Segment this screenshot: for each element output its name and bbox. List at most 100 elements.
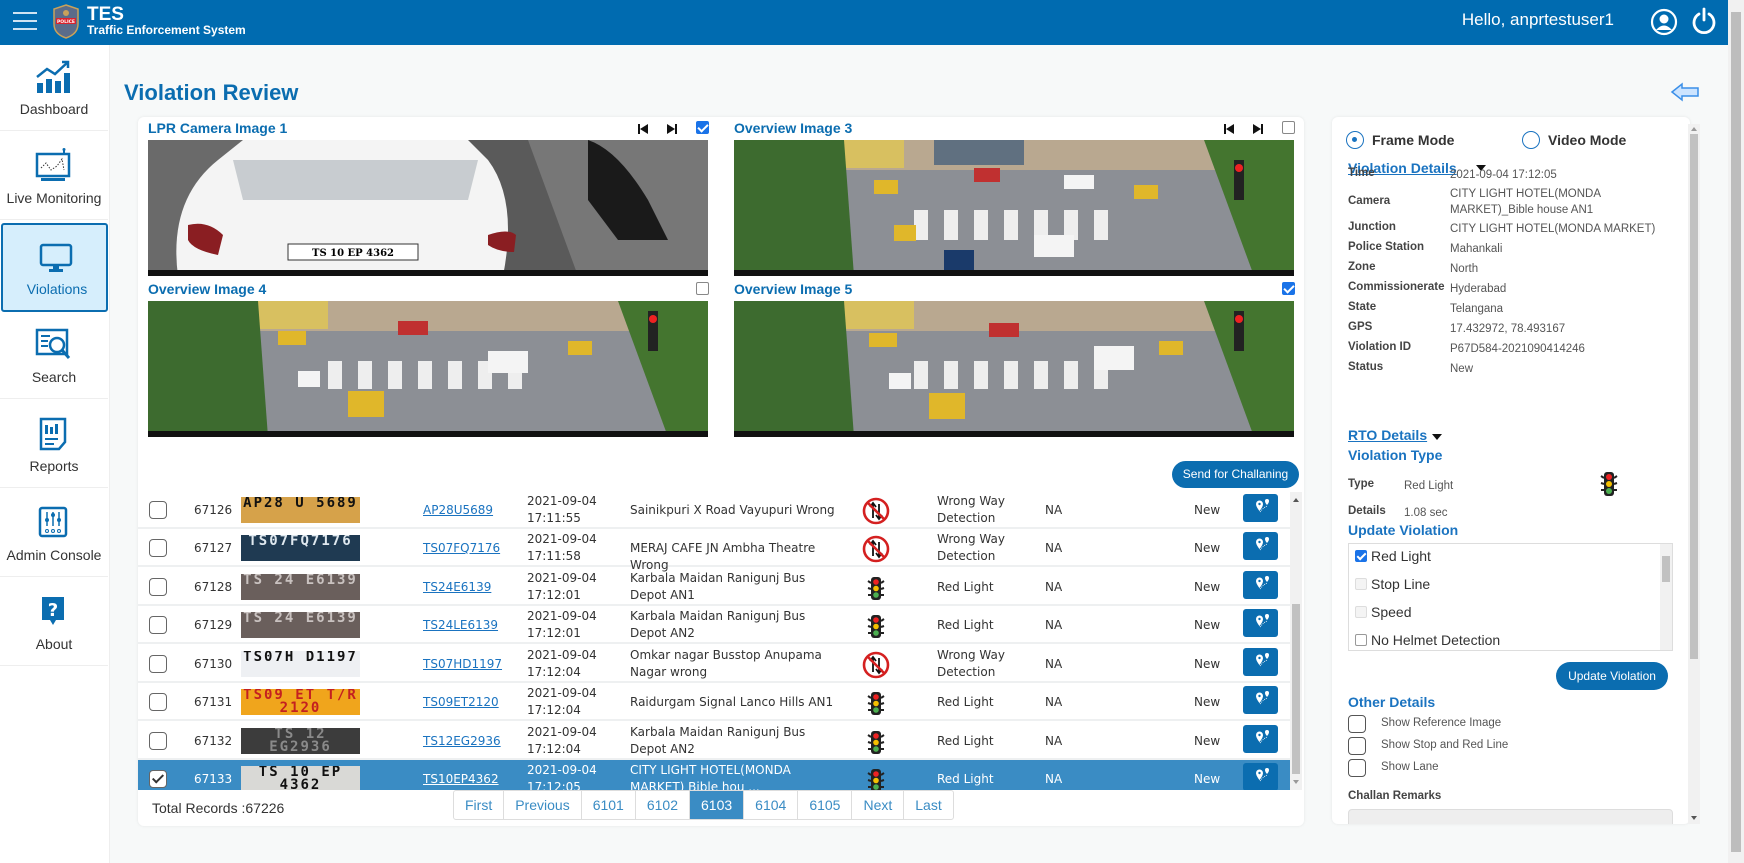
checkbox[interactable]	[1348, 759, 1366, 777]
image-select-checkbox[interactable]	[696, 121, 709, 134]
sidebar-item-violations[interactable]: Violations	[1, 223, 108, 312]
page-previous[interactable]: Previous	[504, 791, 582, 819]
page-6102[interactable]: 6102	[636, 791, 690, 819]
frame-mode-radio[interactable]	[1346, 131, 1364, 149]
next-frame-icon[interactable]	[665, 122, 679, 136]
send-for-challaning-button[interactable]: Send for Challaning	[1172, 461, 1299, 488]
map-route-button[interactable]	[1243, 763, 1278, 790]
challan-remarks-input[interactable]	[1348, 809, 1673, 824]
image-select-checkbox[interactable]	[696, 282, 709, 295]
sidebar-item-dashboard[interactable]: Dashboard	[0, 45, 108, 131]
update-violation-button[interactable]: Update Violation	[1556, 662, 1668, 690]
caret-down-icon[interactable]	[1432, 434, 1442, 440]
sidebar-item-about[interactable]: ? About	[0, 580, 108, 666]
detail-key: Camera	[1348, 195, 1391, 207]
sidebar-item-live-monitoring[interactable]: Live Monitoring	[0, 134, 108, 220]
sidebar-item-search[interactable]: Search	[0, 313, 108, 399]
plate-image[interactable]: TS09 ET T/R 2120	[241, 689, 360, 715]
plate-image[interactable]: TS07H D1197	[241, 651, 360, 677]
checkbox[interactable]	[1355, 550, 1367, 562]
plate-number-link[interactable]: AP28U5689	[423, 503, 493, 517]
plate-number-link[interactable]: TS24LE6139	[423, 618, 498, 632]
plate-number-link[interactable]: TS07FQ7176	[423, 541, 500, 555]
row-checkbox[interactable]	[149, 616, 167, 634]
sidebar-item-reports[interactable]: Reports	[0, 402, 108, 488]
checkbox[interactable]	[1355, 606, 1367, 618]
plate-number-link[interactable]: TS10EP4362	[423, 772, 499, 786]
status: New	[1194, 541, 1221, 555]
detail-value: Telangana	[1450, 303, 1504, 315]
map-route-button[interactable]	[1243, 609, 1278, 637]
back-arrow-icon[interactable]	[1670, 82, 1700, 102]
overview-image-5[interactable]	[734, 301, 1294, 437]
plate-image[interactable]: TS 24 E6139	[241, 574, 360, 600]
plate-number-link[interactable]: TS09ET2120	[423, 695, 499, 709]
update-option-speed[interactable]: Speed	[1355, 604, 1411, 620]
page-scrollbar[interactable]	[1728, 0, 1744, 863]
page-6103[interactable]: 6103	[690, 791, 745, 819]
page-next[interactable]: Next	[852, 791, 905, 819]
row-checkbox[interactable]	[149, 693, 167, 711]
user-icon[interactable]	[1650, 8, 1678, 36]
power-icon[interactable]	[1690, 7, 1718, 35]
row-checkbox[interactable]	[149, 770, 167, 788]
map-route-button[interactable]	[1243, 494, 1278, 522]
table-row[interactable]: 67128 TS 24 E6139 TS24E6139 2021-09-04 17:12…	[138, 568, 1290, 606]
update-option-red-light[interactable]: Red Light	[1355, 548, 1431, 564]
image-select-checkbox[interactable]	[1282, 121, 1295, 134]
table-row[interactable]: 67131 TS09 ET T/R 2120 TS09ET2120 2021-09-0…	[138, 683, 1290, 721]
row-checkbox[interactable]	[149, 539, 167, 557]
previous-frame-icon[interactable]	[1222, 122, 1236, 136]
previous-frame-icon[interactable]	[636, 122, 650, 136]
update-option-stop-line[interactable]: Stop Line	[1355, 576, 1430, 592]
checkbox[interactable]	[1355, 578, 1367, 590]
plate-number-link[interactable]: TS12EG2936	[423, 734, 501, 748]
table-row[interactable]: 67130 TS07H D1197 TS07HD1197 2021-09-04 17:1…	[138, 645, 1290, 683]
image-select-checkbox[interactable]	[1282, 282, 1295, 295]
row-checkbox[interactable]	[149, 578, 167, 596]
update-option-no-helmet[interactable]: No Helmet Detection	[1355, 632, 1500, 648]
details-panel-scrollbar[interactable]	[1688, 124, 1700, 824]
plate-number-link[interactable]: TS07HD1197	[423, 657, 502, 671]
plate-image[interactable]: TS 10 EP 4362	[241, 766, 360, 790]
plate-image[interactable]: TS 24 E6139	[241, 612, 360, 638]
page-6101[interactable]: 6101	[582, 791, 636, 819]
page-first[interactable]: First	[454, 791, 505, 819]
checkbox[interactable]	[1348, 715, 1366, 733]
video-mode-radio[interactable]	[1522, 131, 1540, 149]
violation-type-title: Violation Type	[1348, 447, 1443, 463]
page-6105[interactable]: 6105	[798, 791, 853, 819]
plate-image[interactable]: TS07FQ7176	[241, 535, 360, 561]
plate-number-link[interactable]: TS24E6139	[423, 580, 491, 594]
row-checkbox[interactable]	[149, 501, 167, 519]
update-list-scrollbar[interactable]	[1660, 544, 1672, 650]
table-row[interactable]: 67133 TS 10 EP 4362 TS10EP4362 2021-09-04 17…	[138, 760, 1290, 790]
plate-image[interactable]: TS 12 EG2936	[241, 728, 360, 754]
map-route-button[interactable]	[1243, 571, 1278, 599]
map-route-button[interactable]	[1243, 532, 1278, 560]
sidebar-item-admin-console[interactable]: Admin Console	[0, 491, 108, 577]
next-frame-icon[interactable]	[1251, 122, 1265, 136]
checkbox[interactable]	[1355, 634, 1367, 646]
table-row[interactable]: 67126 AP28 U 5689 AP28U5689 2021-09-04 17:11…	[138, 492, 1290, 529]
menu-icon[interactable]	[13, 12, 37, 30]
map-route-button[interactable]	[1243, 725, 1278, 753]
table-row[interactable]: 67129 TS 24 E6139 TS24LE6139 2021-09-04 17:1…	[138, 606, 1290, 644]
table-row[interactable]: 67127 TS07FQ7176 TS07FQ7176 2021-09-04 17:11…	[138, 529, 1290, 572]
row-checkbox[interactable]	[149, 732, 167, 750]
row-checkbox[interactable]	[149, 655, 167, 673]
plate-image[interactable]: AP28 U 5689	[241, 497, 360, 523]
map-route-button[interactable]	[1243, 648, 1278, 676]
table-row[interactable]: 67132 TS 12 EG2936 TS12EG2936 2021-09-04 17:…	[138, 722, 1290, 760]
overview-image-4[interactable]	[148, 301, 708, 437]
overview-image-3[interactable]	[734, 140, 1294, 276]
rto-details-link[interactable]: RTO Details	[1348, 427, 1427, 443]
rto-value: NA	[1045, 772, 1063, 786]
lpr-camera-image[interactable]: TS 10 EP 4362	[148, 140, 708, 276]
page-last[interactable]: Last	[904, 791, 952, 819]
page-6104[interactable]: 6104	[744, 791, 799, 819]
status: New	[1194, 695, 1221, 709]
map-route-button[interactable]	[1243, 686, 1278, 714]
checkbox[interactable]	[1348, 737, 1366, 755]
table-scrollbar[interactable]	[1290, 492, 1302, 790]
